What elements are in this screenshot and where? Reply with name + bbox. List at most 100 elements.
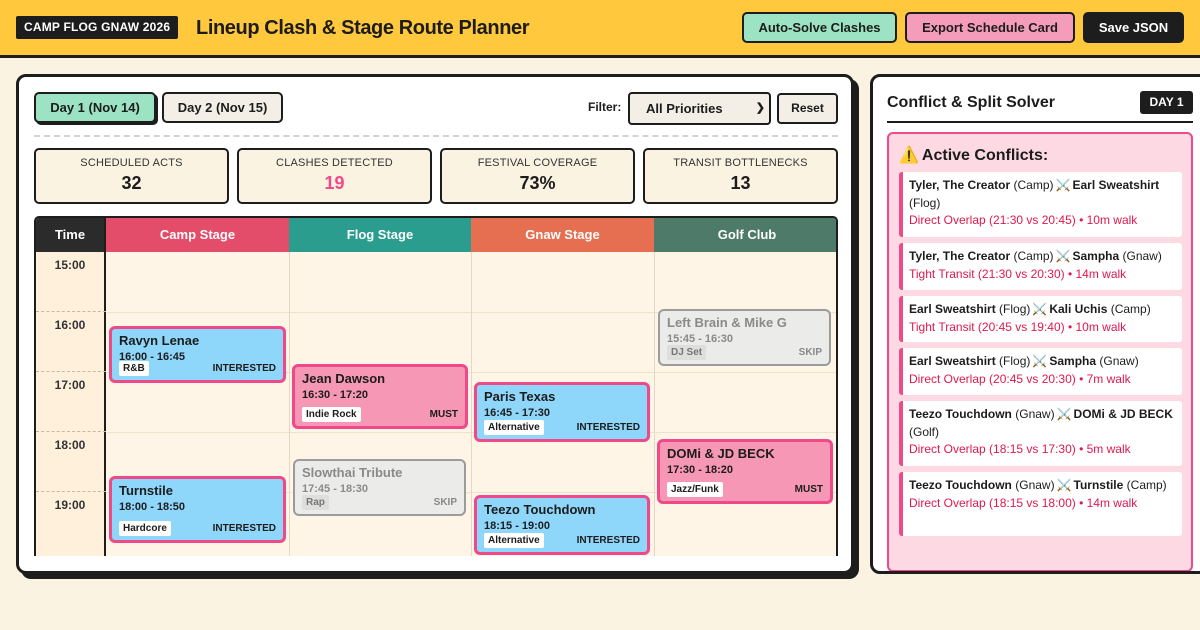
time-label: 17:00	[54, 378, 86, 392]
artist-a: Teezo Touchdown	[909, 478, 1012, 492]
conflict-item[interactable]: Earl Sweatshirt (Flog) ⚔️ Sampha (Gnaw) Di…	[899, 348, 1182, 395]
genre-tag: Rap	[302, 495, 329, 510]
auto-solve-button[interactable]: Auto-Solve Clashes	[742, 12, 897, 43]
act-name: DOMi & JD BECK	[667, 446, 775, 461]
tab-day-2[interactable]: Day 2 (Nov 15)	[162, 92, 283, 123]
chevron-down-icon: ❯	[755, 102, 765, 114]
stat-transit-bottlenecks: Transit Bottlenecks 13	[643, 148, 838, 204]
act-time: 17:45 - 18:30	[302, 483, 369, 495]
act-time: 17:30 - 18:20	[667, 464, 734, 476]
act-card[interactable]: Ravyn Lenae 16:00 - 16:45 R&B INTERESTED	[109, 326, 286, 383]
genre-tag: R&B	[119, 361, 149, 376]
brand-badge: CAMP FLOG GNAW 2026	[16, 16, 179, 39]
artist-a: Earl Sweatshirt	[909, 354, 996, 368]
reset-button[interactable]: Reset	[777, 93, 838, 124]
genre-tag: Alternative	[484, 420, 544, 435]
stage-header-camp: Camp Stage	[106, 218, 289, 252]
artist-b: Turnstile	[1073, 478, 1124, 492]
conflict-reason: Tight Transit (21:30 vs 20:30) • 14m wal…	[909, 266, 1127, 281]
act-time: 16:45 - 17:30	[484, 407, 551, 419]
priority-label: INTERESTED	[212, 523, 276, 534]
stage-b: (Golf)	[909, 424, 939, 439]
save-json-button[interactable]: Save JSON	[1083, 12, 1184, 43]
stat-label: Clashes Detected	[276, 157, 393, 169]
act-time: 18:00 - 18:50	[119, 501, 186, 513]
act-time: 18:15 - 19:00	[484, 520, 551, 532]
filter-selected-value: All Priorities	[646, 101, 723, 116]
crossed-swords-icon: ⚔️	[1055, 178, 1071, 192]
time-label: 15:00	[54, 258, 86, 272]
artist-b: Sampha	[1049, 354, 1097, 368]
crossed-swords-icon: ⚔️	[1056, 478, 1072, 492]
time-label: 19:00	[54, 498, 86, 512]
export-schedule-button[interactable]: Export Schedule Card	[905, 12, 1075, 43]
genre-tag: Jazz/Funk	[667, 482, 723, 497]
genre-tag: Indie Rock	[302, 407, 361, 422]
act-time: 16:30 - 17:20	[302, 389, 369, 401]
time-column: 15:00 16:00 17:00 18:00 19:00	[36, 252, 106, 556]
stat-scheduled-acts: Scheduled Acts 32	[34, 148, 229, 204]
act-card[interactable]: Left Brain & Mike G 15:45 - 16:30 DJ Set…	[658, 309, 831, 366]
stage-b: (Flog)	[909, 195, 941, 210]
genre-tag: Hardcore	[119, 521, 171, 536]
act-card[interactable]: DOMi & JD BECK 17:30 - 18:20 Jazz/Funk M…	[657, 439, 833, 504]
act-name: Turnstile	[119, 483, 173, 498]
stage-header-gnaw: Gnaw Stage	[471, 218, 654, 252]
priority-label: INTERESTED	[576, 422, 640, 433]
conflict-item[interactable]: Teezo Touchdown (Gnaw) ⚔️ DOMi & JD BECK (…	[899, 401, 1182, 466]
stage-b: (Gnaw)	[1122, 249, 1162, 263]
priority-filter-select[interactable]: All Priorities ❯	[628, 92, 771, 125]
conflict-item[interactable]: Teezo Touchdown (Gnaw) ⚔️ Turnstile (Camp)…	[899, 472, 1182, 536]
act-card[interactable]: Paris Texas 16:45 - 17:30 Alternative IN…	[474, 382, 650, 442]
stat-value: 13	[730, 173, 751, 193]
conflict-item[interactable]: Earl Sweatshirt (Flog) ⚔️ Kali Uchis (Camp…	[899, 296, 1182, 342]
stage-header-flog: Flog Stage	[289, 218, 471, 252]
act-name: Teezo Touchdown	[484, 502, 596, 517]
time-divider	[36, 491, 106, 492]
active-conflicts-box: ⚠️ Active Conflicts: Tyler, The Creator (…	[887, 132, 1193, 571]
crossed-swords-icon: ⚔️	[1055, 249, 1071, 263]
priority-label: MUST	[794, 484, 823, 495]
schedule-grid: Time Camp Stage Flog Stage Gnaw Stage Go…	[34, 216, 838, 556]
stage-divider	[654, 252, 655, 556]
priority-label: MUST	[429, 409, 458, 420]
act-card[interactable]: Slowthai Tribute 17:45 - 18:30 Rap SKIP	[293, 459, 466, 516]
conflict-item[interactable]: Tyler, The Creator (Camp) ⚔️ Earl Sweatshi…	[899, 172, 1182, 237]
stage-a: (Camp)	[1013, 178, 1054, 192]
conflict-reason: Direct Overlap (20:45 vs 20:30) • 7m wal…	[909, 371, 1131, 386]
divider	[34, 135, 838, 137]
stat-value: 32	[121, 173, 142, 193]
warning-icon: ⚠️	[899, 147, 919, 164]
time-divider	[36, 431, 106, 432]
artist-a: Tyler, The Creator	[909, 178, 1011, 192]
stage-b: (Camp)	[1110, 302, 1151, 316]
day-badge: DAY 1	[1140, 91, 1193, 114]
panel-title: Conflict & Split Solver	[887, 94, 1056, 111]
crossed-swords-icon: ⚔️	[1056, 407, 1072, 421]
stat-label: Festival Coverage	[477, 157, 598, 169]
stage-b: (Camp)	[1126, 478, 1167, 492]
top-bar: CAMP FLOG GNAW 2026 Lineup Clash & Stage…	[0, 0, 1200, 58]
conflict-reason: Direct Overlap (18:15 vs 17:30) • 5m wal…	[909, 442, 1131, 456]
conflict-reason: Tight Transit (20:45 vs 19:40) • 10m wal…	[909, 319, 1127, 334]
conflicts-title: Active Conflicts:	[921, 147, 1049, 164]
artist-b: Kali Uchis	[1049, 302, 1108, 316]
filter-label: Filter:	[588, 100, 622, 114]
act-name: Slowthai Tribute	[302, 465, 403, 480]
conflicts-heading: ⚠️ Active Conflicts:	[899, 145, 1048, 165]
stage-a: (Gnaw)	[1015, 478, 1055, 492]
app-title: Lineup Clash & Stage Route Planner	[196, 17, 530, 39]
stage-a: (Flog)	[999, 302, 1031, 316]
tab-day-1[interactable]: Day 1 (Nov 14)	[34, 92, 156, 123]
act-card[interactable]: Teezo Touchdown 18:15 - 19:00 Alternativ…	[474, 495, 650, 555]
schedule-panel: Day 1 (Nov 14) Day 2 (Nov 15) Filter: Al…	[16, 74, 854, 574]
stage-divider	[289, 252, 290, 556]
time-column-header: Time	[36, 218, 106, 252]
priority-label: INTERESTED	[576, 535, 640, 546]
act-card[interactable]: Turnstile 18:00 - 18:50 Hardcore INTERES…	[109, 476, 286, 543]
conflict-item[interactable]: Tyler, The Creator (Camp) ⚔️ Sampha (Gnaw)…	[899, 243, 1182, 290]
artist-a: Tyler, The Creator	[909, 249, 1011, 263]
stage-a: (Flog)	[999, 354, 1031, 368]
stat-label: Scheduled Acts	[80, 157, 183, 169]
act-card[interactable]: Jean Dawson 16:30 - 17:20 Indie Rock MUS…	[292, 364, 468, 429]
